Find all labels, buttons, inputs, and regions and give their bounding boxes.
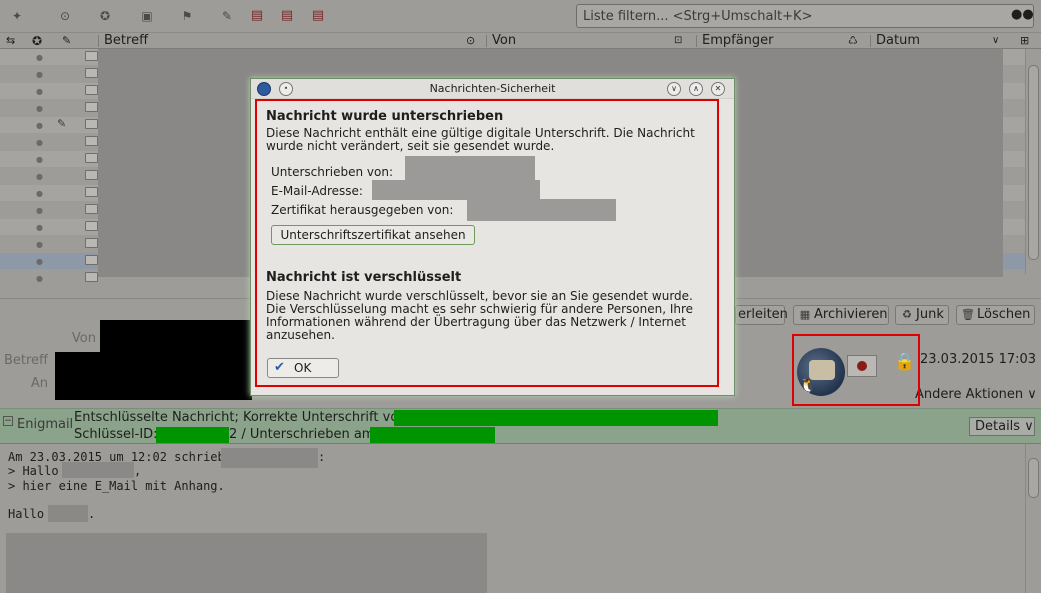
enigmail-label: Enigmail [17, 417, 74, 432]
redacted-subject [55, 352, 252, 400]
redacted-sender [100, 320, 252, 352]
unread-icon[interactable]: ⊙ [56, 7, 74, 25]
maximize-icon[interactable]: ∧ [689, 82, 703, 96]
junk-column-icon[interactable]: ♺ [848, 33, 858, 49]
tag-icon[interactable]: ⚑ [178, 7, 196, 25]
trash-icon: 🗑 [961, 308, 975, 321]
delete-button[interactable]: 🗑 Löschen [956, 305, 1035, 325]
forward-button[interactable]: erleiten [735, 305, 788, 325]
pin-icon[interactable]: ✦ [8, 7, 26, 25]
message-body[interactable]: Am 23.03.2015 um 12:02 schrieb : > Hallo… [0, 444, 1025, 593]
message-toolbar: ✦ ⊙ ✪ ▣ ⚑ ✎ ▤ ▤ ▤ Liste filtern... <Strg… [0, 0, 1041, 33]
thread-column-icon[interactable]: ⇆ [6, 33, 15, 49]
column-date[interactable]: Datum [876, 33, 920, 49]
redacted-name [48, 505, 88, 522]
calendar-icon[interactable]: ▤ [248, 7, 266, 25]
enigmail-status-signed-on-label: 2 / Unterschrieben am: [229, 427, 379, 442]
attachment-icon[interactable]: ✎ [218, 7, 236, 25]
body-line: > hier eine E_Mail mit Anhang. [8, 479, 225, 493]
redacted-name [62, 462, 134, 478]
more-actions-button[interactable]: Andere Aktionen ∨ [915, 387, 1037, 402]
attachment-column-icon[interactable]: ✎ [62, 33, 71, 49]
list-scrollbar[interactable] [1025, 49, 1041, 274]
chevron-down-icon: ∨ [1024, 419, 1034, 434]
archive-button[interactable]: ▦ Archivieren [793, 305, 889, 325]
annotation-highlight-security-icons [792, 334, 920, 406]
to-label: An [30, 376, 48, 391]
body-line: > Hallo [8, 464, 59, 478]
chevron-down-icon: ∨ [1027, 387, 1037, 402]
from-label: Von [71, 331, 96, 346]
list-filter-input[interactable]: Liste filtern... <Strg+Umschalt+K> ●● [576, 4, 1034, 28]
redacted-sender-name [221, 448, 318, 468]
sort-toggle-icon[interactable]: ⊡ [674, 33, 682, 49]
column-from[interactable]: Von [492, 33, 516, 49]
contact-icon[interactable]: ▣ [138, 7, 156, 25]
read-column-icon[interactable]: ⊙ [466, 33, 475, 49]
column-recipient[interactable]: Empfänger [702, 33, 774, 49]
body-line: . [88, 507, 96, 521]
junk-button[interactable]: ♻ Junk [895, 305, 949, 325]
calendar-icon[interactable]: ▤ [309, 7, 327, 25]
star-icon[interactable]: ✪ [96, 7, 114, 25]
binoculars-icon[interactable]: ●● [1011, 7, 1034, 25]
body-line: Hallo [8, 507, 45, 521]
dialog-titlebar[interactable]: • Nachrichten-Sicherheit ∨ ∧ ✕ [251, 79, 734, 99]
close-icon[interactable]: ✕ [711, 82, 725, 96]
redacted-keyid [156, 427, 229, 443]
dialog-title: Nachrichten-Sicherheit [429, 82, 556, 95]
filter-placeholder: Liste filtern... <Strg+Umschalt+K> [583, 9, 813, 24]
column-picker-icon[interactable]: ⊞ [1020, 33, 1029, 49]
redacted-signature [6, 533, 487, 593]
enigmail-status-line1: Entschlüsselte Nachricht; Korrekte Unter… [74, 410, 407, 425]
calendar-icon[interactable]: ▤ [278, 7, 296, 25]
junk-icon: ♻ [902, 308, 912, 321]
archive-icon: ▦ [799, 308, 811, 321]
message-date: 23.03.2015 17:03 [920, 352, 1037, 367]
column-subject[interactable]: Betreff [104, 33, 148, 49]
collapse-icon[interactable]: − [3, 416, 13, 426]
body-line: : [318, 450, 326, 464]
star-column-icon[interactable]: ✪ [32, 33, 42, 49]
body-scrollbar[interactable] [1025, 444, 1041, 593]
body-line: , [134, 464, 142, 478]
details-button[interactable]: Details ∨ [969, 417, 1035, 436]
minimize-icon[interactable]: ∨ [667, 82, 681, 96]
redacted-signed-date [370, 427, 495, 443]
redacted-signer [394, 410, 718, 426]
column-header: ⇆ ✪ ✎ Betreff ⊙ Von ⊡ Empfänger ♺ Datum … [0, 33, 1041, 49]
chevron-down-icon[interactable]: ∨ [992, 33, 999, 49]
enigmail-status-keyid-label: Schlüssel-ID: [74, 427, 158, 442]
enigmail-bar: − Enigmail Entschlüsselte Nachricht; Kor… [0, 408, 1041, 444]
subject-label: Betreff [3, 353, 48, 368]
annotation-highlight-dialog [255, 99, 719, 387]
